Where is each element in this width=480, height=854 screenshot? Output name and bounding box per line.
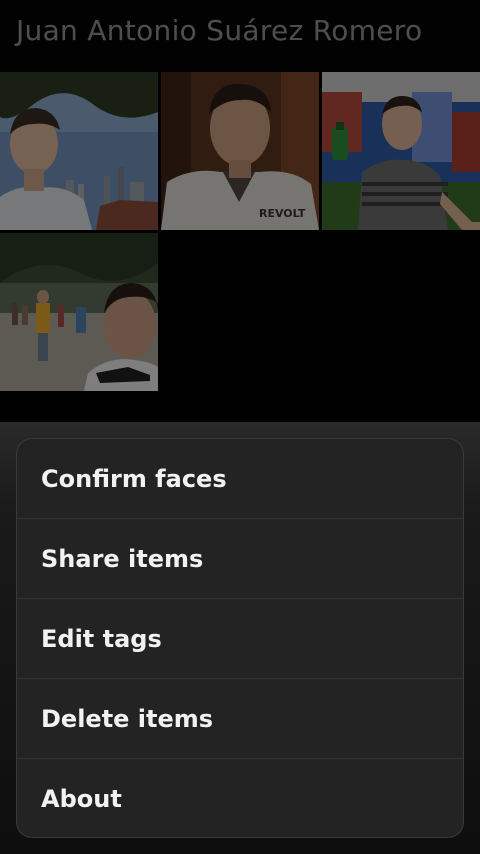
menu-item-confirm-faces[interactable]: Confirm faces bbox=[17, 439, 463, 519]
menu-item-label: About bbox=[41, 785, 122, 813]
screen: Juan Antonio Suárez Romero REVOLT Confir… bbox=[0, 0, 480, 854]
menu-item-edit-tags[interactable]: Edit tags bbox=[17, 599, 463, 679]
menu-item-delete-items[interactable]: Delete items bbox=[17, 679, 463, 759]
menu-item-about[interactable]: About bbox=[17, 759, 463, 837]
menu-item-share-items[interactable]: Share items bbox=[17, 519, 463, 599]
menu-item-label: Share items bbox=[41, 544, 204, 573]
context-menu: Confirm faces Share items Edit tags Dele… bbox=[16, 438, 464, 838]
menu-item-label: Edit tags bbox=[41, 624, 162, 653]
menu-item-label: Delete items bbox=[41, 704, 214, 733]
menu-item-label: Confirm faces bbox=[41, 464, 227, 493]
